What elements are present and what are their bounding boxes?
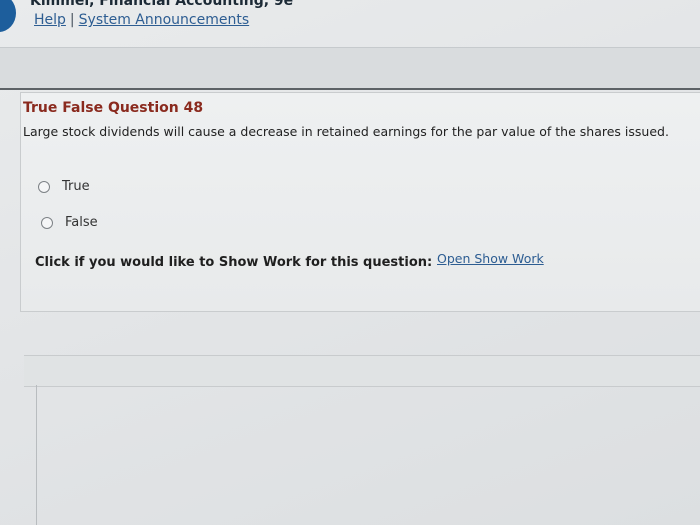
question-text: Large stock dividends will cause a decre…: [23, 124, 669, 139]
show-work-prompt: Click if you would like to Show Work for…: [35, 255, 433, 270]
header-band: [0, 47, 700, 90]
course-title: Kimmel, Financial Accounting, 9e: [30, 0, 294, 9]
option-false[interactable]: False: [41, 215, 98, 230]
radio-false[interactable]: [41, 216, 53, 229]
wileyplus-logo-icon: [0, 0, 16, 32]
option-false-label: False: [65, 215, 98, 230]
top-links: Help | System Announcements: [34, 12, 249, 28]
divider: [36, 385, 37, 525]
radio-true[interactable]: [38, 180, 50, 193]
question-title: True False Question 48: [23, 100, 204, 116]
system-announcements-link[interactable]: System Announcements: [79, 12, 250, 28]
lower-band: [24, 355, 700, 387]
question-panel: True False Question 48 Large stock divid…: [20, 92, 700, 312]
option-true-label: True: [62, 179, 90, 194]
open-show-work-link[interactable]: Open Show Work: [437, 251, 544, 266]
help-link[interactable]: Help: [34, 12, 66, 28]
link-separator: |: [69, 12, 75, 28]
option-true[interactable]: True: [38, 179, 90, 194]
